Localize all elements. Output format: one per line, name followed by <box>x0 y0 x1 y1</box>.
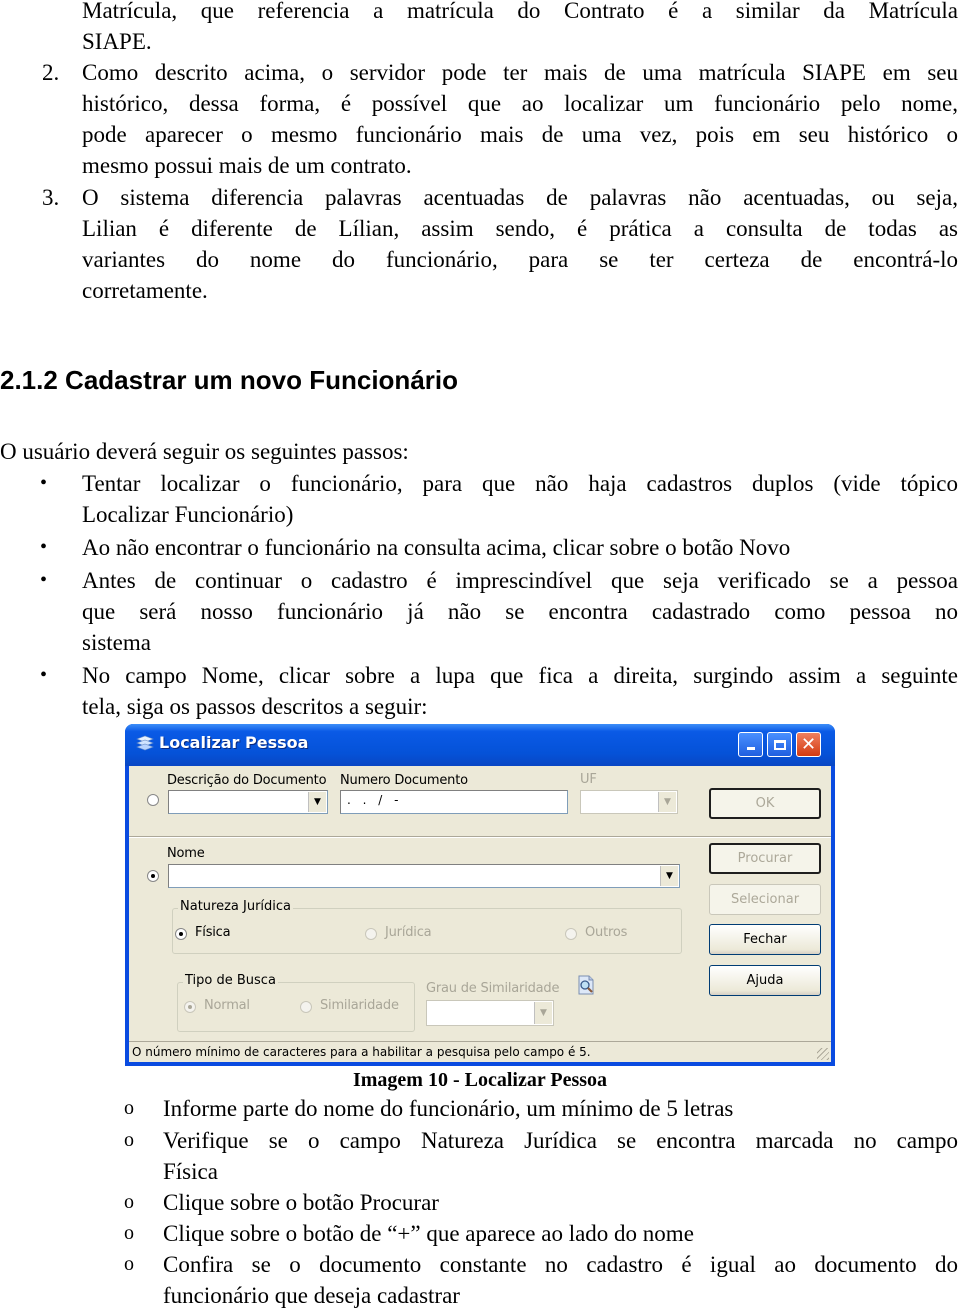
grau-similaridade-select[interactable]: ▼ <box>426 1000 554 1026</box>
fisica-radio[interactable] <box>175 928 187 940</box>
sub-step-marker: o <box>124 1097 134 1119</box>
sub-step-line: Física <box>163 1159 218 1184</box>
bullet-1-line: Tentar localizar o funcionário, para que… <box>82 471 958 496</box>
bullet-marker: • <box>40 536 48 558</box>
item-3-line: variantes do nome do funcionário, para s… <box>82 247 958 272</box>
chevron-down-icon[interactable]: ▼ <box>308 792 326 812</box>
divider <box>129 836 831 838</box>
fechar-button[interactable]: Fechar <box>709 924 821 955</box>
descricao-documento-select[interactable]: ▼ <box>168 790 328 814</box>
item-3-line: Lilian é diferente de Lílian, assim send… <box>82 216 958 241</box>
natureza-juridica-group: Natureza Jurídica Física Jurídica Outros <box>172 899 682 954</box>
sub-step-line: Clique sobre o botão de “+” que aparece … <box>163 1221 694 1246</box>
tipo-busca-label: Tipo de Busca <box>183 973 278 988</box>
similaridade-radio[interactable] <box>300 1001 312 1013</box>
item-3-line: corretamente. <box>82 278 208 303</box>
bullet-3-line: sistema <box>82 630 151 655</box>
figure-caption: Imagem 10 - Localizar Pessoa <box>352 1069 608 1091</box>
uf-label: UF <box>580 772 597 787</box>
dialog-title: Localizar Pessoa <box>159 733 309 752</box>
outros-radio[interactable] <box>565 928 577 940</box>
localizar-pessoa-dialog: Localizar Pessoa ✕ Descrição do Document… <box>125 724 835 1066</box>
maximize-button[interactable] <box>767 732 792 757</box>
sub-step-line: Informe parte do nome do funcionário, um… <box>163 1096 734 1121</box>
item-2-line: mesmo possui mais de um contrato. <box>82 153 412 178</box>
chevron-down-icon[interactable]: ▼ <box>658 792 676 812</box>
selecionar-button[interactable]: Selecionar <box>709 884 821 915</box>
item-2-line: histórico, dessa forma, é possível que a… <box>82 91 958 116</box>
numero-documento-mask: . . / - <box>347 793 403 807</box>
juridica-label: Jurídica <box>385 925 432 940</box>
tipo-busca-group: Tipo de Busca Normal Similaridade <box>177 973 415 1032</box>
grau-similaridade-label: Grau de Similaridade <box>426 981 560 996</box>
name-search-radio[interactable] <box>147 870 159 882</box>
outros-label: Outros <box>585 925 628 940</box>
chevron-down-icon[interactable]: ▼ <box>660 866 678 886</box>
bullet-marker: • <box>40 472 48 494</box>
descricao-documento-label: Descrição do Documento <box>167 773 327 788</box>
minimize-icon <box>746 747 755 750</box>
ajuda-button[interactable]: Ajuda <box>709 965 821 996</box>
item-3-line: O sistema diferencia palavras acentuadas… <box>82 185 958 210</box>
item-number-3: 3. <box>42 185 60 210</box>
dialog-client-area: Descrição do Documento ▼ Numero Document… <box>129 766 831 1062</box>
close-icon: ✕ <box>800 734 817 755</box>
uf-select[interactable]: ▼ <box>580 790 678 814</box>
normal-radio[interactable] <box>184 1001 196 1013</box>
bullet-1-line: Localizar Funcionário) <box>82 502 294 527</box>
nome-input[interactable]: ▼ <box>168 864 680 888</box>
natureza-juridica-label: Natureza Jurídica <box>178 899 294 914</box>
dialog-titlebar[interactable]: Localizar Pessoa ✕ <box>125 724 835 766</box>
bullet-4-line: tela, siga os passos descritos a seguir: <box>82 694 428 719</box>
bullet-3-line: que será nosso funcionário já não se enc… <box>82 599 958 624</box>
doc-search-radio[interactable] <box>147 794 159 806</box>
bullet-4-line: No campo Nome, clicar sobre a lupa que f… <box>82 663 958 688</box>
maximize-icon <box>773 739 786 750</box>
stack-layers-icon <box>136 735 154 751</box>
intro-line-2: SIAPE. <box>82 29 152 54</box>
steps-intro: O usuário deverá seguir os seguintes pas… <box>0 439 409 464</box>
juridica-radio[interactable] <box>365 928 377 940</box>
magnifier-search-icon[interactable] <box>577 975 595 995</box>
chevron-down-icon[interactable]: ▼ <box>534 1002 552 1024</box>
numero-documento-label: Numero Documento <box>340 773 468 788</box>
minimize-button[interactable] <box>738 732 763 757</box>
item-2-line: pode aparecer o mesmo funcionário mais d… <box>82 122 958 147</box>
close-button[interactable]: ✕ <box>796 732 821 757</box>
sub-step-line: Verifique se o campo Natureza Jurídica s… <box>163 1128 958 1153</box>
sub-step-marker: o <box>124 1222 134 1244</box>
normal-label: Normal <box>204 998 250 1013</box>
intro-line-1: Matrícula, que referencia a matrícula do… <box>82 0 958 23</box>
numero-documento-input[interactable]: . . / - <box>340 790 568 814</box>
sub-step-marker: o <box>124 1253 134 1275</box>
bullet-marker: • <box>40 664 48 686</box>
bullet-2-line: Ao não encontrar o funcionário na consul… <box>82 535 791 560</box>
fisica-label: Física <box>195 925 231 940</box>
sub-step-marker: o <box>124 1191 134 1213</box>
sub-step-line: Clique sobre o botão Procurar <box>163 1190 439 1215</box>
bullet-marker: • <box>40 569 48 591</box>
status-text: O número mínimo de caracteres para a hab… <box>132 1045 591 1059</box>
item-number-2: 2. <box>42 60 60 85</box>
bullet-3-line: Antes de continuar o cadastro é impresci… <box>82 568 958 593</box>
sub-step-line: funcionário que deseja cadastrar <box>163 1283 460 1308</box>
status-bar: O número mínimo de caracteres para a hab… <box>129 1041 831 1062</box>
ok-button[interactable]: OK <box>709 788 821 819</box>
similaridade-label: Similaridade <box>320 998 399 1013</box>
sub-step-marker: o <box>124 1129 134 1151</box>
section-heading: 2.1.2 Cadastrar um novo Funcionário <box>0 365 458 395</box>
sub-step-line: Confira se o documento constante no cada… <box>163 1252 958 1277</box>
nome-label: Nome <box>167 846 205 861</box>
resize-grip-icon[interactable] <box>817 1048 829 1060</box>
item-2-line: Como descrito acima, o servidor pode ter… <box>82 60 958 85</box>
procurar-button[interactable]: Procurar <box>709 843 821 874</box>
